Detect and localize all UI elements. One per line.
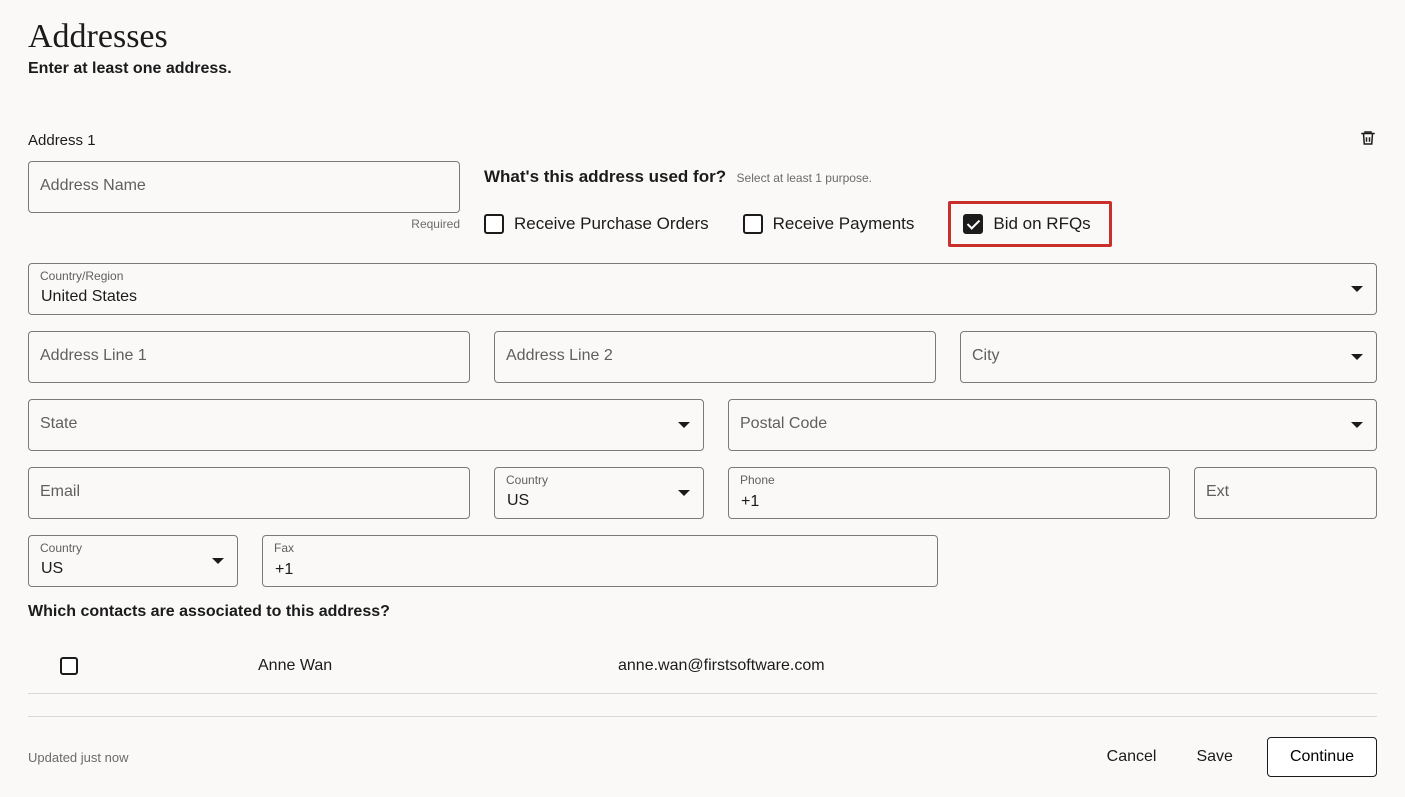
continue-button[interactable]: Continue [1267, 737, 1377, 777]
city-select[interactable]: City [960, 331, 1377, 383]
phone-country-select[interactable]: US Country [494, 467, 704, 519]
page-subtitle: Enter at least one address. [28, 60, 1377, 78]
chevron-down-icon [1351, 354, 1363, 360]
phone-country-value: US [507, 492, 529, 510]
chevron-down-icon [1351, 286, 1363, 292]
purpose-question: What's this address used for? [484, 167, 726, 186]
state-select[interactable]: State [28, 399, 704, 451]
trash-icon [1359, 128, 1377, 148]
country-region-value: United States [41, 288, 137, 306]
address-name-field[interactable]: Address Name [28, 161, 460, 213]
checkbox-receive-payments[interactable]: Receive Payments [743, 214, 915, 234]
checkbox-icon [484, 214, 504, 234]
contact-name: Anne Wan [258, 657, 558, 675]
purpose-hint: Select at least 1 purpose. [737, 171, 872, 185]
page-title: Addresses [28, 18, 1377, 56]
checkbox-label: Receive Purchase Orders [514, 214, 709, 234]
delete-address-button[interactable] [1359, 128, 1377, 153]
address-line1-input[interactable] [28, 331, 470, 383]
postal-code-select[interactable]: Postal Code [728, 399, 1377, 451]
fax-field[interactable]: Fax [262, 535, 938, 587]
checkbox-receive-po[interactable]: Receive Purchase Orders [484, 214, 709, 234]
contact-row: Anne Wan anne.wan@firstsoftware.com [28, 639, 1377, 694]
save-button[interactable]: Save [1190, 747, 1238, 767]
address-line1-field[interactable]: Address Line 1 [28, 331, 470, 383]
phone-input[interactable] [728, 467, 1170, 519]
ext-field[interactable]: Ext [1194, 467, 1377, 519]
email-field[interactable]: Email [28, 467, 470, 519]
checkbox-label: Bid on RFQs [993, 214, 1090, 234]
contact-checkbox[interactable] [60, 657, 78, 675]
divider [28, 716, 1377, 717]
chevron-down-icon [1351, 422, 1363, 428]
chevron-down-icon [212, 558, 224, 564]
address-line2-field[interactable]: Address Line 2 [494, 331, 936, 383]
fax-input[interactable] [262, 535, 938, 587]
ext-input[interactable] [1194, 467, 1377, 519]
email-input[interactable] [28, 467, 470, 519]
required-note: Required [28, 217, 460, 231]
checkbox-label: Receive Payments [773, 214, 915, 234]
address-section-label: Address 1 [28, 132, 96, 149]
address-name-input[interactable] [28, 161, 460, 213]
contacts-question: Which contacts are associated to this ad… [28, 603, 1377, 621]
checkbox-icon [963, 214, 983, 234]
fax-country-value: US [41, 560, 63, 578]
chevron-down-icon [678, 422, 690, 428]
checkbox-icon [743, 214, 763, 234]
cancel-button[interactable]: Cancel [1101, 747, 1163, 767]
address-line2-input[interactable] [494, 331, 936, 383]
phone-field[interactable]: Phone [728, 467, 1170, 519]
chevron-down-icon [678, 490, 690, 496]
contact-email: anne.wan@firstsoftware.com [618, 657, 825, 675]
checkbox-bid-rfqs[interactable]: Bid on RFQs [948, 201, 1111, 247]
fax-country-select[interactable]: US Country [28, 535, 238, 587]
country-region-select[interactable]: United States Country/Region [28, 263, 1377, 315]
status-text: Updated just now [28, 750, 128, 765]
